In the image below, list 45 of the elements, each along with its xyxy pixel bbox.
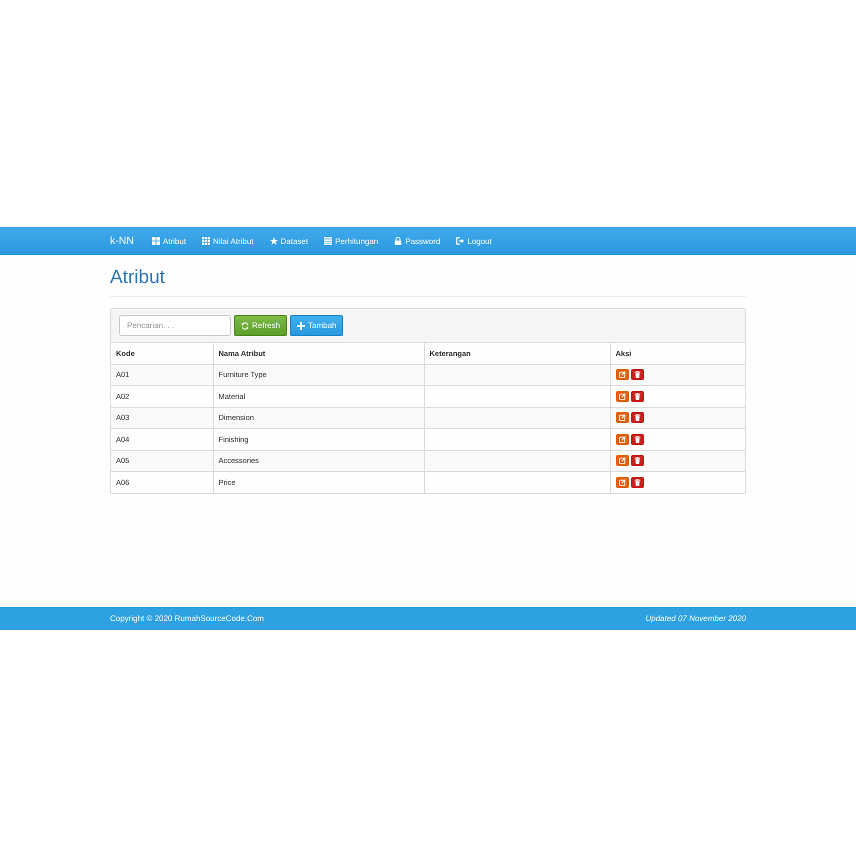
- refresh-icon: [241, 322, 249, 330]
- star-icon: [270, 237, 278, 245]
- table-icon: [324, 237, 332, 245]
- search-field[interactable]: Pencarian. . .: [119, 315, 231, 336]
- edit-icon: [618, 457, 626, 464]
- updated-text: Updated 07 November 2020: [645, 614, 746, 623]
- delete-button[interactable]: [630, 390, 644, 402]
- nav-link[interactable]: Perhitungan: [324, 236, 378, 246]
- edit-icon: [618, 478, 626, 486]
- trash-icon: [634, 457, 640, 464]
- trash-icon: [634, 392, 640, 400]
- logout-icon: [456, 237, 464, 245]
- page-title: Atribut: [110, 255, 746, 297]
- edit-icon: [618, 414, 626, 422]
- trash-icon: [634, 414, 640, 422]
- grid-icon: [152, 237, 160, 245]
- delete-button[interactable]: [630, 476, 644, 488]
- edit-button[interactable]: [616, 412, 628, 424]
- delete-button[interactable]: [630, 434, 644, 445]
- copyright-text: Copyright © 2020 RumahSourceCode.Com: [110, 614, 264, 623]
- edit-icon: [618, 371, 626, 378]
- delete-button[interactable]: [630, 412, 644, 424]
- trash-icon: [634, 478, 640, 486]
- lock-icon: [394, 237, 402, 245]
- trash-icon: [634, 371, 640, 378]
- delete-button[interactable]: [630, 369, 644, 380]
- brand-link[interactable]: k-NN: [110, 235, 134, 247]
- delete-button[interactable]: [630, 455, 644, 466]
- nav-link[interactable]: Dataset: [270, 236, 308, 246]
- nav-link[interactable]: Password: [394, 236, 440, 246]
- edit-button[interactable]: [616, 369, 628, 380]
- add-button[interactable]: Tambah: [290, 315, 344, 336]
- edit-button[interactable]: [616, 434, 628, 445]
- nav-link[interactable]: Atribut: [152, 236, 186, 246]
- edit-icon: [618, 392, 626, 400]
- grid-icon: [202, 237, 210, 245]
- edit-button[interactable]: [616, 455, 628, 466]
- edit-button[interactable]: [616, 390, 628, 402]
- edit-icon: [618, 436, 626, 443]
- trash-icon: [634, 436, 640, 443]
- nav-link[interactable]: Nilai Atribut: [202, 236, 254, 246]
- refresh-button[interactable]: Refresh: [234, 315, 288, 336]
- edit-button[interactable]: [616, 476, 628, 488]
- plus-icon: [297, 322, 306, 330]
- nav-link[interactable]: Logout: [456, 236, 492, 246]
